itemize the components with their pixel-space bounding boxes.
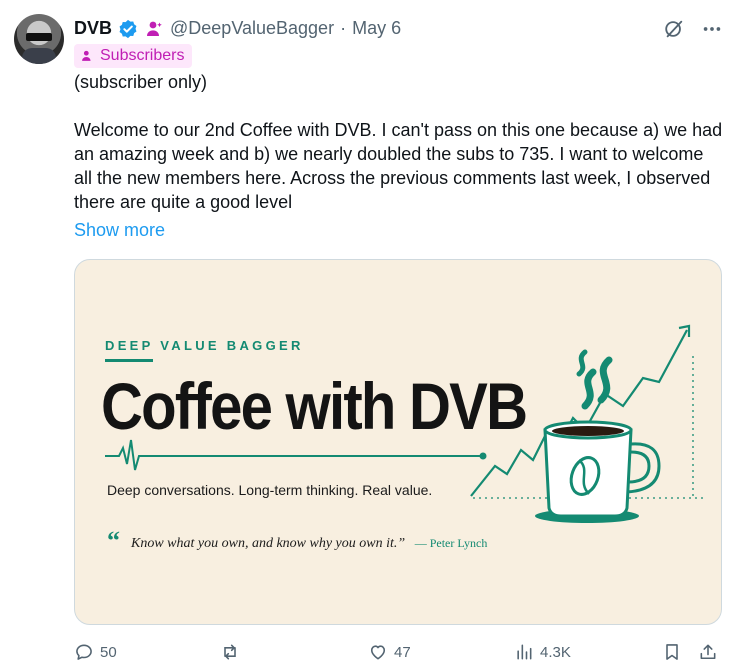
like-icon [370,645,386,660]
post-date[interactable]: May 6 [352,18,401,39]
card-quote: Know what you own, and know why you own … [131,536,487,552]
reply-button[interactable]: 50 [74,642,117,662]
quote-mark: “ [107,526,120,555]
repost-button[interactable] [220,642,246,662]
views-count: 4.3K [540,643,571,661]
card-subtitle: Deep conversations. Long-term thinking. … [107,482,433,498]
steam-3 [576,349,588,377]
post-line1: (subscriber only) [74,72,208,92]
subscribers-badge-label: Subscribers [100,47,185,64]
steam-1 [581,368,597,410]
bookmark-button[interactable] [662,642,682,662]
mug-coffee [552,426,624,436]
post-text: (subscriber only) Welcome to our 2nd Cof… [74,70,724,214]
views-button[interactable]: 4.3K [514,642,571,662]
separator: · [340,18,347,38]
heartbeat-line [105,439,483,471]
kicker-underline [105,359,153,362]
like-count: 47 [394,643,411,661]
card-kicker: DEEP VALUE BAGGER [105,338,304,353]
quote-text: Know what you own, and know why you own … [131,536,406,551]
more-icon [703,27,721,31]
verified-icon [119,19,137,38]
subscriber-badge-icon [82,50,91,61]
reply-count: 50 [100,643,117,661]
grok-icon [665,20,683,38]
subscriber-icon [147,21,162,36]
grok-button[interactable] [663,18,685,40]
post-body: Welcome to our 2nd Coffee with DVB. I ca… [74,120,723,212]
reply-icon [76,644,92,660]
avatar[interactable] [14,14,64,64]
avatar-glasses [26,33,52,41]
action-bar: 50 47 4.3K [74,640,722,664]
mug-handle-inner [627,450,651,484]
subscribers-badge: Subscribers [74,44,193,68]
heartbeat-dot [479,452,487,460]
steam-2 [597,356,613,404]
like-button[interactable]: 47 [368,642,411,662]
post-header: DVB @DeepValueBagger · May 6 [74,18,401,39]
author-name[interactable]: DVB [74,18,112,39]
post: DVB @DeepValueBagger · May 6 Subscribers… [0,0,737,665]
bookmark-icon [666,644,678,660]
show-more-link[interactable]: Show more [74,220,165,241]
quote-attribution: — Peter Lynch [414,536,488,550]
top-right-actions [663,18,723,40]
views-icon [517,644,532,660]
more-button[interactable] [701,18,723,40]
media-card[interactable]: DEEP VALUE BAGGER Coffee with DVB Deep c… [74,259,722,625]
repost-icon [224,644,236,660]
share-icon [700,644,716,660]
mug-body [543,428,633,518]
author-handle[interactable]: @DeepValueBagger [170,18,334,39]
avatar-suit [22,48,56,64]
card-title: Coffee with DVB [101,369,528,443]
share-button[interactable] [698,642,718,662]
